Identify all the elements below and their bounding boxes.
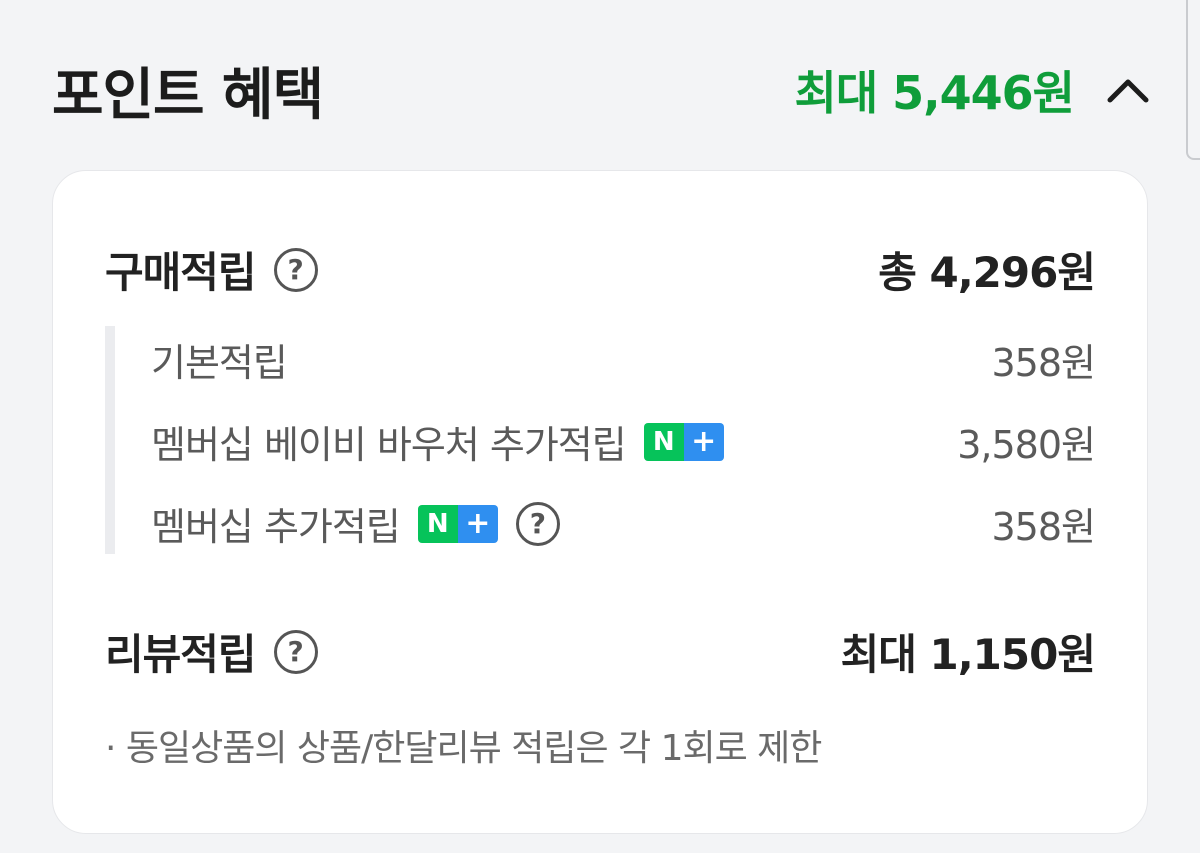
scrollbar-edge [1186, 0, 1200, 160]
naver-plus-badge-icon: N + [417, 504, 498, 543]
baby-voucher-points-label: 멤버십 베이비 바우처 추가적립 [151, 423, 627, 467]
points-card: 구매적립 ? 총 4,296원 기본적립 358원 멤버십 베이비 바우처 추가… [52, 170, 1148, 834]
review-points-title: 리뷰적립 [105, 630, 257, 679]
list-item: 멤버십 추가적립 N + ? 358원 [151, 496, 1096, 551]
purchase-points-title: 구매적립 [105, 248, 257, 297]
point-benefits-page: 포인트 혜택 최대 5,446원 구매적립 ? 총 4,296원 기본적립 35… [0, 0, 1200, 853]
max-points-total: 최대 5,446원 [794, 66, 1075, 120]
naver-plus-badge-icon: N + [643, 422, 724, 461]
question-icon[interactable]: ? [273, 629, 318, 674]
list-item: 멤버십 베이비 바우처 추가적립 N + 3,580원 [151, 414, 1096, 469]
review-points-total: 최대 1,150원 [840, 630, 1096, 679]
purchase-points-breakdown: 기본적립 358원 멤버십 베이비 바우처 추가적립 N + 3,580원 멤버십… [105, 326, 1096, 554]
question-icon[interactable]: ? [273, 247, 318, 292]
list-item: 기본적립 358원 [151, 332, 1096, 387]
purchase-points-total: 총 4,296원 [878, 248, 1096, 297]
page-title: 포인트 혜택 [52, 62, 324, 128]
basic-points-label: 기본적립 [151, 341, 288, 385]
question-icon[interactable]: ? [515, 501, 560, 546]
chevron-up-icon[interactable] [1104, 66, 1152, 114]
review-points-note: · 동일상품의 상품/한달리뷰 적립은 각 1회로 제한 [105, 728, 822, 769]
purchase-points-row: 구매적립 ? 총 4,296원 [105, 239, 1096, 300]
membership-points-value: 358원 [991, 505, 1096, 549]
membership-points-label: 멤버십 추가적립 [151, 505, 401, 549]
point-benefits-header[interactable]: 포인트 혜택 최대 5,446원 [52, 50, 1152, 130]
collapse-toggle[interactable]: 최대 5,446원 [795, 57, 1152, 123]
baby-voucher-points-value: 3,580원 [957, 423, 1096, 467]
review-points-row: 리뷰적립 ? 최대 1,150원 [105, 621, 1096, 682]
basic-points-value: 358원 [991, 341, 1096, 385]
